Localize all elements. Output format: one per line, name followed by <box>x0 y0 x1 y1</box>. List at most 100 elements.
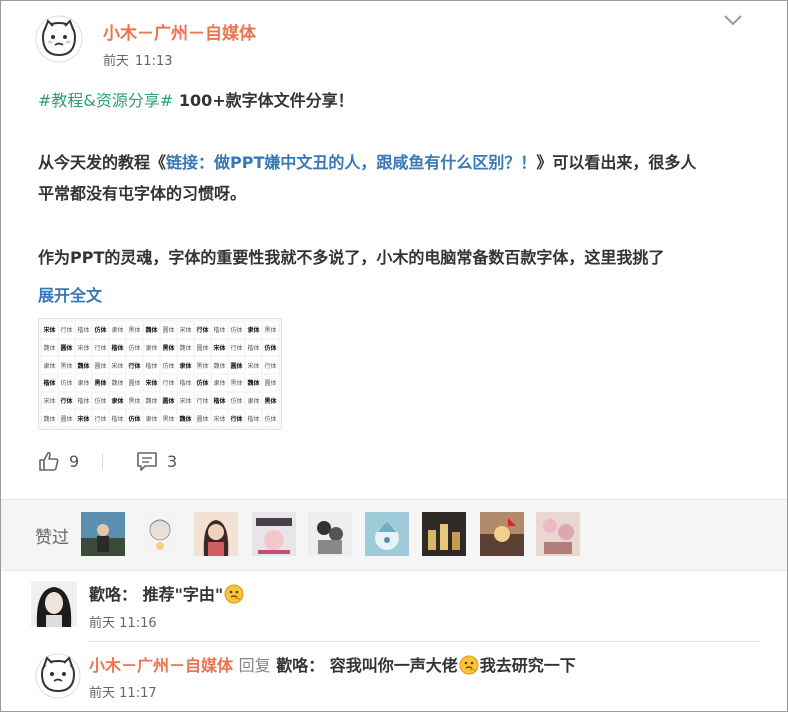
font-sample-tile: 隶体 <box>246 392 261 409</box>
font-sample-tile: 宋体 <box>76 339 91 356</box>
font-sample-tile: 楷体 <box>42 375 57 391</box>
font-sample-tile: 行体 <box>127 357 142 373</box>
liker-avatar[interactable] <box>365 512 409 556</box>
liker-avatar[interactable] <box>422 512 466 556</box>
font-sample-tile: 楷体 <box>110 339 125 356</box>
cat-avatar-icon <box>35 15 83 63</box>
font-sample-tile: 宋体 <box>42 322 57 338</box>
post-line-1: #教程&资源分享# 100+款字体文件分享！ <box>38 89 354 112</box>
font-sample-tile: 隶体 <box>212 375 227 391</box>
liker-avatar[interactable] <box>138 512 182 556</box>
thinking-emoji-icon <box>459 655 479 675</box>
liker-avatar[interactable] <box>308 512 352 556</box>
font-sample-tile: 宋体 <box>246 357 261 373</box>
font-sample-tile: 楷体 <box>144 357 159 373</box>
font-sample-tile: 黑体 <box>161 410 176 426</box>
post-timestamp: 前天 11:13 <box>103 50 172 69</box>
liker-avatar[interactable] <box>194 512 238 556</box>
post-line-3: 平常都没有屯字体的习惯呀。 <box>38 184 247 203</box>
font-sample-tile: 行体 <box>59 392 74 409</box>
liker-avatar[interactable] <box>81 512 125 556</box>
reply-to-user[interactable]: 歡咯 <box>276 656 308 675</box>
font-sample-tile: 仿体 <box>263 410 278 426</box>
font-sample-tile: 圆体 <box>93 357 108 373</box>
liker-avatar[interactable] <box>480 512 524 556</box>
comment-1-body: 推荐"字由" <box>142 585 224 604</box>
font-sample-tile: 魏体 <box>42 339 57 356</box>
font-sample-tile: 黑体 <box>229 375 244 391</box>
font-sample-tile: 楷体 <box>246 339 261 356</box>
font-sample-tile: 行体 <box>229 410 244 426</box>
comment-icon <box>137 452 157 471</box>
post-author-name[interactable]: 小木－广州－自媒体 <box>103 19 256 44</box>
liker-avatar[interactable] <box>252 512 296 556</box>
font-sample-tile: 魏体 <box>144 322 159 338</box>
font-sample-tile: 圆体 <box>161 392 176 409</box>
font-sample-tile: 隶体 <box>110 322 125 338</box>
comment-count: 3 <box>167 451 178 471</box>
post-line-2-prefix: 从今天发的教程《 <box>38 153 167 172</box>
font-sample-tile: 圆体 <box>195 410 210 426</box>
topic-tag[interactable]: #教程&资源分享# <box>38 91 173 110</box>
post-line-4: 作为PPT的灵魂，字体的重要性我就不多说了，小木的电脑常备数百款字体，这里我挑了 <box>38 248 665 267</box>
font-sample-tile: 宋体 <box>212 410 227 426</box>
action-divider <box>102 453 103 469</box>
font-sample-tile: 仿体 <box>59 375 74 391</box>
comment-2-timestamp: 前天 11:17 <box>89 682 157 701</box>
font-sample-tile: 行体 <box>263 357 278 373</box>
comment-1-author[interactable]: 歡咯 <box>89 585 121 604</box>
font-sample-tile: 魏体 <box>144 392 159 409</box>
cat-avatar-icon[interactable] <box>35 653 81 699</box>
post-time-day: 前天 <box>103 54 130 69</box>
font-sample-tile: 仿体 <box>229 322 244 338</box>
commenter-avatar[interactable] <box>31 581 77 627</box>
likes-label: 赞过 <box>35 528 69 548</box>
comment-1-time-day: 前天 <box>89 616 116 631</box>
font-sample-tile: 圆体 <box>59 410 74 426</box>
font-sample-tile: 宋体 <box>76 410 91 426</box>
font-samples-image[interactable]: 宋体 行体 楷体 仿体 隶体 黑体 魏体 圆体 宋体 行体 楷体 仿体 隶体 黑体 魏体 圆体 宋体 行体 楷体 仿体… <box>38 318 282 430</box>
chevron-down-icon[interactable] <box>723 13 743 27</box>
font-sample-tile: 隶体 <box>76 375 91 391</box>
font-sample-tile: 隶体 <box>246 322 261 338</box>
comment-2-time-clock: 11:17 <box>119 686 157 701</box>
font-sample-tile: 楷体 <box>76 392 91 409</box>
liker-avatar[interactable] <box>536 512 580 556</box>
font-sample-tile: 隶体 <box>178 357 193 373</box>
font-sample-tile: 楷体 <box>178 375 193 391</box>
font-sample-tile: 仿体 <box>127 339 142 356</box>
font-sample-tile: 楷体 <box>246 410 261 426</box>
expand-full-text-link[interactable]: 展开全文 <box>38 282 102 306</box>
comment-1-sep: ： <box>121 585 143 604</box>
font-sample-tile: 楷体 <box>212 392 227 409</box>
author-avatar[interactable] <box>35 15 83 63</box>
font-sample-tile: 行体 <box>229 339 244 356</box>
comment-2-body-a: ： 容我叫你一声大佬 <box>308 656 458 675</box>
font-sample-tile: 黑体 <box>195 357 210 373</box>
font-sample-tile: 隶体 <box>110 392 125 409</box>
font-sample-tile: 圆体 <box>59 339 74 356</box>
font-sample-tile: 魏体 <box>212 357 227 373</box>
font-sample-tile: 黑体 <box>263 392 278 409</box>
font-sample-tile: 行体 <box>161 375 176 391</box>
post-line-2-suffix: 》可以看出来，很多人 <box>536 153 697 172</box>
font-sample-tile: 宋体 <box>42 392 57 409</box>
font-sample-tile: 圆体 <box>229 357 244 373</box>
font-sample-tile: 行体 <box>93 339 108 356</box>
comment-2-text: 小木－广州－自媒体 回复 歡咯： 容我叫你一声大佬 我去研究一下 <box>89 652 576 676</box>
font-sample-tile: 魏体 <box>76 357 91 373</box>
comment-divider <box>89 641 759 642</box>
article-link[interactable]: 链接：做PPT嫌中文丑的人，跟咸鱼有什么区别？！ <box>166 153 536 172</box>
comment-button[interactable]: 3 <box>136 451 177 471</box>
font-sample-tile: 仿体 <box>127 410 142 426</box>
comment-2-author[interactable]: 小木－广州－自媒体 <box>89 656 233 675</box>
font-sample-tile: 仿体 <box>161 357 176 373</box>
font-sample-tile: 圆体 <box>127 375 142 391</box>
font-sample-tile: 仿体 <box>195 375 210 391</box>
font-sample-tile: 魏体 <box>110 375 125 391</box>
like-button[interactable]: 9 <box>38 451 79 471</box>
font-sample-tile: 圆体 <box>195 339 210 356</box>
font-sample-tile: 魏体 <box>178 410 193 426</box>
font-sample-tile: 魏体 <box>178 339 193 356</box>
font-sample-tile: 行体 <box>93 410 108 426</box>
